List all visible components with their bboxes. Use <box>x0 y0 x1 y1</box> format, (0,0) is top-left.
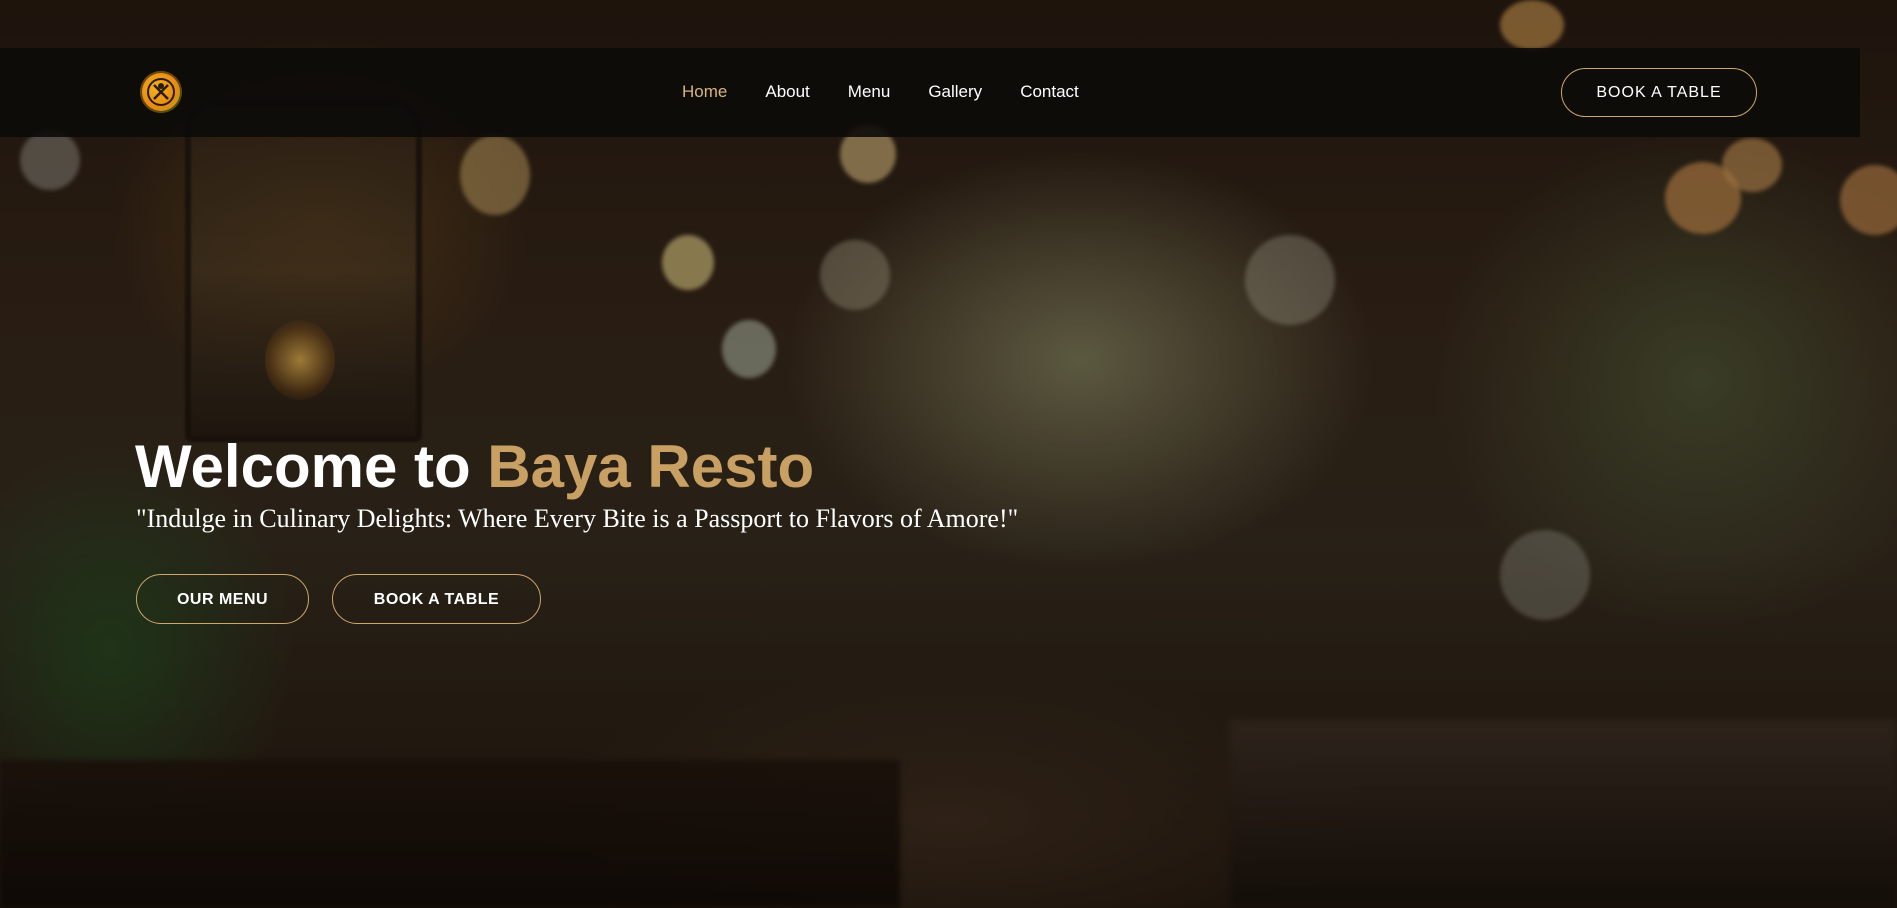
nav-item-menu[interactable]: Menu <box>848 81 891 103</box>
hero-tagline: "Indulge in Culinary Delights: Where Eve… <box>136 504 1019 533</box>
nav-item-about[interactable]: About <box>765 81 809 103</box>
nav-item-gallery[interactable]: Gallery <box>928 81 982 103</box>
nav-item-contact[interactable]: Contact <box>1020 81 1079 103</box>
main-navigation: Home About Menu Gallery Contact <box>682 81 1117 103</box>
hero-title-prefix: Welcome to <box>135 433 488 500</box>
header-book-table-button[interactable]: BOOK A TABLE <box>1561 68 1757 117</box>
hero-title: Welcome to Baya Resto <box>135 432 814 502</box>
hero-book-table-button[interactable]: BOOK A TABLE <box>332 574 541 624</box>
nav-item-home[interactable]: Home <box>682 81 727 103</box>
restaurant-logo-icon[interactable] <box>140 71 182 113</box>
our-menu-button[interactable]: OUR MENU <box>136 574 309 624</box>
hero-title-brand: Baya Resto <box>487 433 815 500</box>
